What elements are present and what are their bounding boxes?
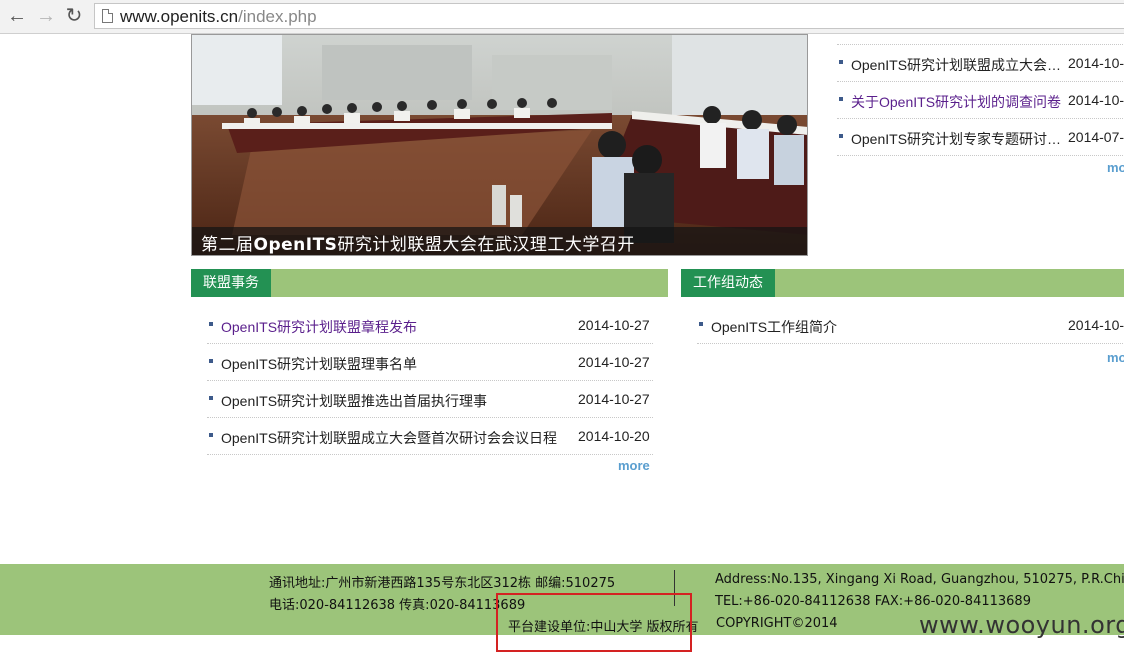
hero-caption-bar: 第二届OpenITS研究计划联盟大会在武汉理工大学召开 bbox=[192, 227, 807, 255]
news-date: 2014-07- bbox=[1068, 129, 1124, 145]
bullet-icon bbox=[209, 396, 213, 400]
workgroup-tab[interactable]: 工作组动态 bbox=[681, 269, 775, 297]
hero-caption-emphasis: OpenITS bbox=[253, 235, 338, 255]
watermark-text: www.wooyun.org bbox=[919, 611, 1124, 639]
workgroup-more-link[interactable]: mo bbox=[1107, 350, 1124, 365]
bullet-icon bbox=[839, 134, 843, 138]
address-bar[interactable]: www.openits.cn/index.php bbox=[94, 3, 1124, 29]
top-news-list: OpenITS研究计划联盟成立大会… 2014-10- 关于OpenITS研究计… bbox=[837, 30, 1124, 156]
bullet-icon bbox=[209, 359, 213, 363]
news-date: 2014-10- bbox=[1068, 317, 1124, 333]
news-date: 2014-10-27 bbox=[578, 391, 650, 407]
reload-icon[interactable]: ↻ bbox=[63, 5, 85, 27]
footer-phone-cn: 电话:020-84112638 传真:020-84113689 bbox=[269, 598, 526, 613]
url-host: www.openits.cn bbox=[120, 7, 239, 26]
news-title[interactable]: OpenITS研究计划联盟成立大会… bbox=[851, 55, 1061, 75]
forward-arrow-icon[interactable]: → bbox=[35, 5, 57, 27]
url-path: /index.php bbox=[238, 7, 317, 26]
red-highlight-box bbox=[496, 593, 692, 652]
bullet-icon bbox=[209, 433, 213, 437]
workgroup-news-list: OpenITS工作组简介 2014-10- bbox=[697, 307, 1124, 344]
list-item[interactable]: OpenITS研究计划联盟成立大会暨首次研讨会会议日程 2014-10-20 bbox=[207, 418, 653, 455]
list-item[interactable]: OpenITS研究计划联盟推选出首届执行理事 2014-10-27 bbox=[207, 381, 653, 418]
news-title[interactable]: OpenITS研究计划联盟理事名单 bbox=[221, 354, 417, 374]
bullet-icon bbox=[839, 60, 843, 64]
news-date: 2014-10-27 bbox=[578, 354, 650, 370]
news-date: 2014-10- bbox=[1068, 55, 1124, 71]
hero-caption[interactable]: 第二届OpenITS研究计划联盟大会在武汉理工大学召开 bbox=[201, 230, 635, 255]
footer-address-cn: 通讯地址:广州市新港西路135号东北区312栋 邮编:510275 bbox=[269, 576, 616, 591]
news-date: 2014-10-27 bbox=[578, 317, 650, 333]
url-text[interactable]: www.openits.cn/index.php bbox=[120, 7, 317, 27]
news-title[interactable]: OpenITS研究计划联盟成立大会暨首次研讨会会议日程 bbox=[221, 428, 557, 448]
alliance-more-link[interactable]: more bbox=[618, 458, 650, 473]
hero-slideshow[interactable]: 第二届OpenITS研究计划联盟大会在武汉理工大学召开 bbox=[191, 34, 808, 256]
top-news-more-link[interactable]: mo bbox=[1107, 160, 1124, 175]
list-item[interactable]: 关于OpenITS研究计划的调查问卷 2014-10- bbox=[837, 82, 1124, 119]
news-title[interactable]: OpenITS研究计划联盟章程发布 bbox=[221, 317, 417, 337]
list-item[interactable]: OpenITS工作组简介 2014-10- bbox=[697, 307, 1124, 344]
footer-address-en: Address:No.135, Xingang Xi Road, Guangzh… bbox=[715, 572, 1124, 587]
news-title[interactable]: 关于OpenITS研究计划的调查问卷 bbox=[851, 92, 1061, 112]
news-date: 2014-10- bbox=[1068, 92, 1124, 108]
alliance-news-list: OpenITS研究计划联盟章程发布 2014-10-27 OpenITS研究计划… bbox=[207, 307, 653, 455]
list-item[interactable] bbox=[837, 30, 1124, 45]
footer-copyright-en: COPYRIGHT©2014 bbox=[716, 616, 838, 631]
back-arrow-icon[interactable]: ← bbox=[6, 5, 28, 27]
conference-photo bbox=[192, 35, 807, 255]
bullet-icon bbox=[839, 97, 843, 101]
browser-toolbar: ← → ↻ www.openits.cn/index.php bbox=[0, 0, 1124, 34]
news-title[interactable]: OpenITS研究计划专家专题研讨… bbox=[851, 129, 1061, 149]
page-icon bbox=[102, 9, 113, 23]
news-title[interactable]: OpenITS工作组简介 bbox=[711, 317, 837, 337]
list-item[interactable]: OpenITS研究计划联盟理事名单 2014-10-27 bbox=[207, 344, 653, 381]
alliance-tab[interactable]: 联盟事务 bbox=[191, 269, 271, 297]
news-title[interactable]: OpenITS研究计划联盟推选出首届执行理事 bbox=[221, 391, 487, 411]
bullet-icon bbox=[209, 322, 213, 326]
bullet-icon bbox=[699, 322, 703, 326]
list-item[interactable]: OpenITS研究计划联盟章程发布 2014-10-27 bbox=[207, 307, 653, 344]
list-item[interactable]: OpenITS研究计划专家专题研讨… 2014-07- bbox=[837, 119, 1124, 156]
workgroup-section-header: 工作组动态 bbox=[681, 269, 1124, 297]
footer-phone-en: TEL:+86-020-84112638 FAX:+86-020-8411368… bbox=[715, 594, 1031, 609]
list-item[interactable]: OpenITS研究计划联盟成立大会… 2014-10- bbox=[837, 45, 1124, 82]
alliance-section-header: 联盟事务 bbox=[191, 269, 668, 297]
news-date: 2014-10-20 bbox=[578, 428, 650, 444]
